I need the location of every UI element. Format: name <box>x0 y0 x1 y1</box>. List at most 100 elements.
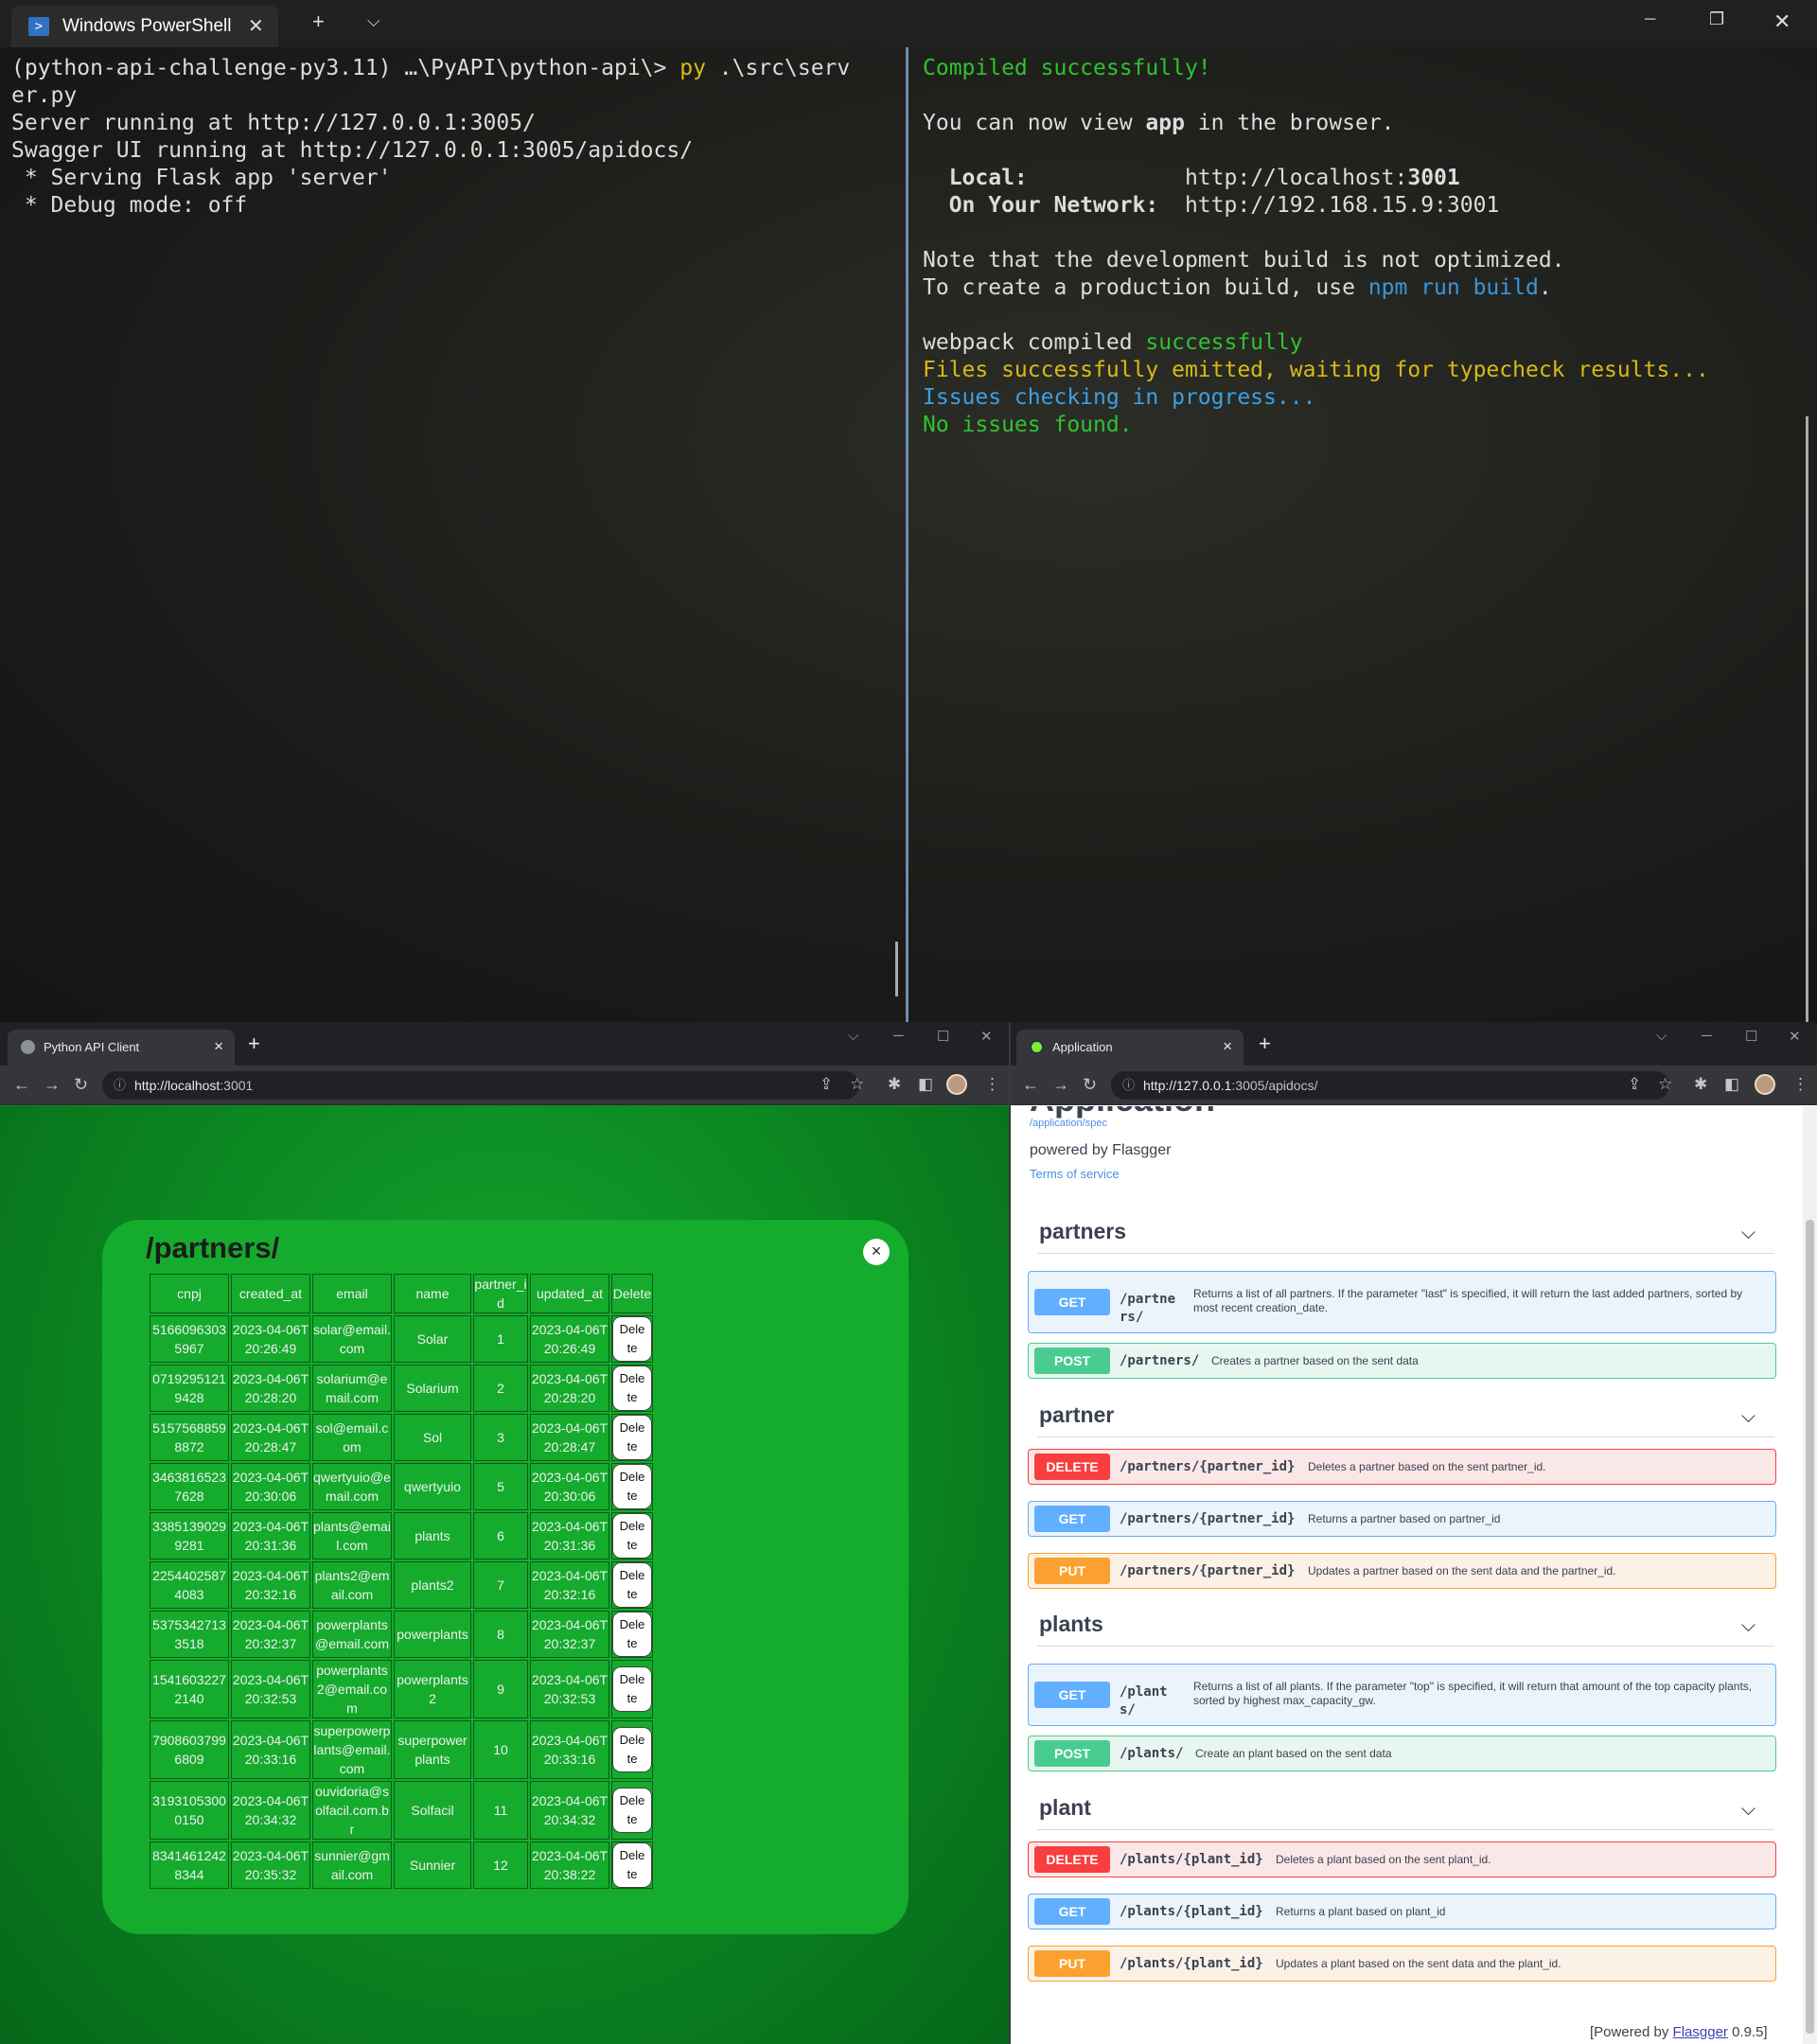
star-icon[interactable]: ☆ <box>850 1075 864 1094</box>
menu-icon[interactable]: ⋮ <box>1792 1075 1808 1094</box>
right-pane-scrollbar[interactable] <box>1806 416 1808 1041</box>
browser-tab[interactable]: Python API Client × <box>8 1030 235 1066</box>
terminal-tab[interactable]: > Windows PowerShell ✕ <box>11 6 278 47</box>
reload-icon[interactable]: ↻ <box>74 1075 88 1095</box>
chevron-down-icon[interactable]: ⌵ <box>848 1028 858 1044</box>
new-tab-button[interactable]: + <box>1259 1031 1271 1056</box>
group-header[interactable]: partners ⌵ <box>1037 1212 1774 1254</box>
delete-button[interactable]: Delete <box>612 1464 652 1509</box>
scrollbar-thumb[interactable] <box>1806 1220 1814 2034</box>
cell-updated-at: 2023-04-06T20:32:37 <box>530 1611 609 1658</box>
delete-button[interactable]: Delete <box>612 1513 652 1559</box>
group-header[interactable]: plants ⌵ <box>1037 1605 1774 1647</box>
window-close-button[interactable]: ✕ <box>980 1028 993 1045</box>
flasgger-link[interactable]: Flasgger <box>1673 2024 1728 2040</box>
table-row: 34638165237628 2023-04-06T20:30:06 qwertyu… <box>150 1463 653 1510</box>
cell-email: plants2@email.com <box>312 1561 392 1609</box>
delete-button[interactable]: Delete <box>612 1842 652 1888</box>
globe-icon <box>21 1040 35 1054</box>
star-icon[interactable]: ☆ <box>1658 1075 1672 1094</box>
forward-icon[interactable]: → <box>44 1075 61 1095</box>
window-close-button[interactable]: ✕ <box>1789 1028 1801 1045</box>
chevron-down-icon[interactable]: ⌵ <box>1741 1607 1755 1645</box>
left-pane-scrollbar[interactable] <box>895 942 898 996</box>
new-tab-button[interactable]: + <box>312 9 325 34</box>
cell-delete: Delete <box>611 1611 653 1658</box>
operation-get[interactable]: GET/partners/Returns a list of all partn… <box>1028 1271 1776 1333</box>
table-row: 22544025874083 2023-04-06T20:32:16 plants2… <box>150 1561 653 1609</box>
address-bar[interactable]: ⓘ http://127.0.0.1:3005/apidocs/ <box>1111 1071 1669 1100</box>
terminal-pane-right[interactable]: Compiled successfully!​You can now view … <box>908 47 1817 1022</box>
cell-updated-at: 2023-04-06T20:28:20 <box>530 1365 609 1412</box>
line-text: webpack compiled <box>923 330 1146 355</box>
delete-button[interactable]: Delete <box>612 1727 652 1772</box>
delete-button[interactable]: Delete <box>612 1612 652 1657</box>
chevron-down-icon[interactable]: ⌵ <box>1741 1790 1755 1828</box>
operation-put[interactable]: PUT/partners/{partner_id} Updates a partn… <box>1028 1553 1776 1589</box>
browser-tab[interactable]: Application × <box>1016 1030 1244 1066</box>
maximize-button[interactable]: ❐ <box>1709 9 1724 29</box>
close-icon[interactable]: × <box>214 1037 223 1056</box>
chevron-down-icon[interactable]: ⌵ <box>367 11 380 31</box>
cell-name: plants2 <box>394 1561 471 1609</box>
chevron-down-icon[interactable]: ⌵ <box>1656 1028 1667 1044</box>
maximize-button[interactable]: ☐ <box>937 1028 949 1045</box>
close-icon[interactable]: ✕ <box>248 14 264 38</box>
delete-button[interactable]: Delete <box>612 1788 652 1833</box>
delete-button[interactable]: Delete <box>612 1415 652 1460</box>
extensions-icon[interactable]: ✱ <box>888 1075 901 1094</box>
extensions-icon[interactable]: ✱ <box>1694 1075 1707 1094</box>
delete-button[interactable]: Delete <box>612 1666 652 1712</box>
new-tab-button[interactable]: + <box>248 1031 260 1056</box>
operation-path: /plants/ <box>1120 1684 1168 1718</box>
spec-link[interactable]: /application/spec <box>1030 1118 1107 1129</box>
forward-icon[interactable]: → <box>1052 1075 1069 1095</box>
avatar[interactable] <box>1755 1074 1775 1095</box>
minimize-button[interactable]: ─ <box>1702 1028 1712 1044</box>
operation-post[interactable]: POST/partners/Creates a partner based on… <box>1028 1343 1776 1379</box>
operation-post[interactable]: POST/plants/Create an plant based on the… <box>1028 1736 1776 1771</box>
group-header[interactable]: plant ⌵ <box>1037 1788 1774 1830</box>
chevron-down-icon[interactable]: ⌵ <box>1741 1214 1755 1252</box>
cell-created-at: 2023-04-06T20:32:16 <box>231 1561 310 1609</box>
reload-icon[interactable]: ↻ <box>1083 1075 1097 1095</box>
share-icon[interactable]: ⇪ <box>1628 1075 1641 1094</box>
table-row: 79086037996809 2023-04-06T20:33:16 superpo… <box>150 1720 653 1779</box>
terminal-line: Local: http://localhost:3001 <box>923 165 1817 192</box>
operation-put[interactable]: PUT/plants/{plant_id} Updates a plant bas… <box>1028 1946 1776 1982</box>
operation-delete[interactable]: DELETE/partners/{partner_id} Deletes a pa… <box>1028 1449 1776 1485</box>
terminal-body[interactable]: (python-api-challenge-py3.11) …\PyAPI\py… <box>0 47 1817 1041</box>
share-icon[interactable]: ⇪ <box>820 1075 833 1094</box>
cell-delete: Delete <box>611 1720 653 1779</box>
url-rest: :3001 <box>220 1078 254 1093</box>
sidepanel-icon[interactable]: ◧ <box>918 1075 933 1094</box>
delete-button[interactable]: Delete <box>612 1316 652 1362</box>
operation-get[interactable]: GET/plants/Returns a list of all plants.… <box>1028 1664 1776 1726</box>
cell-partner-id: 12 <box>473 1841 528 1889</box>
terminal-pane-left[interactable]: (python-api-challenge-py3.11) …\PyAPI\py… <box>0 47 907 1022</box>
menu-icon[interactable]: ⋮ <box>984 1075 1000 1094</box>
operation-delete[interactable]: DELETE/plants/{plant_id} Deletes a plant … <box>1028 1841 1776 1877</box>
chevron-down-icon[interactable]: ⌵ <box>1741 1398 1755 1436</box>
operation-get[interactable]: GET/partners/{partner_id} Returns a partn… <box>1028 1501 1776 1537</box>
back-icon[interactable]: ← <box>13 1075 30 1095</box>
close-button[interactable]: × <box>863 1239 890 1265</box>
close-icon[interactable]: × <box>1223 1037 1232 1056</box>
avatar[interactable] <box>946 1074 967 1095</box>
minimize-button[interactable]: ─ <box>1645 11 1655 28</box>
terminal-line: You can now view app in the browser. <box>923 110 1817 137</box>
maximize-button[interactable]: ☐ <box>1745 1028 1757 1045</box>
address-bar[interactable]: ⓘ http://localhost:3001 <box>102 1071 859 1100</box>
delete-button[interactable]: Delete <box>612 1562 652 1608</box>
window-close-button[interactable]: ✕ <box>1773 9 1791 34</box>
group-header[interactable]: partner ⌵ <box>1037 1396 1774 1437</box>
page-scrollbar[interactable] <box>1803 1106 1817 2044</box>
sidepanel-icon[interactable]: ◧ <box>1724 1075 1739 1094</box>
delete-button[interactable]: Delete <box>612 1366 652 1411</box>
cell-created-at: 2023-04-06T20:30:06 <box>231 1463 310 1510</box>
minimize-button[interactable]: ─ <box>893 1028 904 1044</box>
operation-get[interactable]: GET/plants/{plant_id} Returns a plant bas… <box>1028 1894 1776 1929</box>
terms-link[interactable]: Terms of service <box>1030 1167 1120 1181</box>
cell-updated-at: 2023-04-06T20:31:36 <box>530 1512 609 1559</box>
back-icon[interactable]: ← <box>1022 1075 1039 1095</box>
